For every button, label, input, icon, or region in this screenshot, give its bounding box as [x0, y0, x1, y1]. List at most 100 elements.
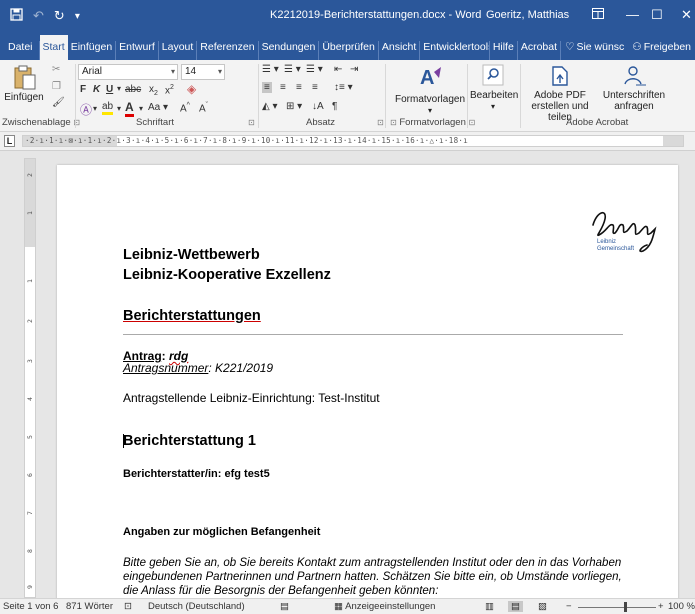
group-label-paragraph: Absatz [306, 117, 336, 128]
redo-icon[interactable]: ↻ [54, 8, 65, 24]
change-case-button[interactable]: Aa ▾ [148, 102, 168, 113]
tab-datei[interactable]: Datei [2, 41, 40, 60]
shrink-font-icon[interactable]: Aˇ [199, 102, 208, 114]
tab-layout[interactable]: Layout [159, 41, 198, 60]
group-label-acrobat: Adobe Acrobat [566, 117, 629, 128]
multilevel-list-icon[interactable]: ☰ ▾ [306, 64, 323, 75]
styles-button[interactable]: A Formatvorlagen ▾ [394, 64, 466, 116]
bias-text: Bitte geben Sie an, ob Sie bereits Konta… [123, 557, 622, 597]
zoom-out-icon[interactable]: − [566, 601, 572, 612]
chevron-down-icon[interactable]: ▾ [93, 104, 97, 113]
org-title-1: Leibniz-Wettbewerb [123, 247, 260, 263]
quick-access-toolbar: ↶ ↻ ▾ [0, 8, 140, 24]
shading-icon[interactable]: ◭ ▾ [262, 101, 278, 112]
show-formatting-icon[interactable]: ¶ [332, 101, 337, 112]
tab-referenzen[interactable]: Referenzen [197, 41, 259, 60]
superscript-button[interactable]: x2 [165, 84, 174, 96]
display-settings[interactable]: ▦ Anzeigeeinstellungen [334, 601, 435, 612]
tab-einfuegen[interactable]: Einfügen [68, 41, 117, 60]
page-count[interactable]: Seite 1 von 6 [3, 601, 58, 612]
user-name[interactable]: Goeritz, Matthias [486, 9, 569, 21]
save-icon[interactable] [10, 8, 23, 24]
styles-label: Formatvorlagen [394, 94, 466, 105]
format-painter-icon[interactable]: 🖌 [52, 97, 65, 108]
request-signatures-button[interactable]: Unterschriften anfragen [600, 64, 668, 112]
tab-entwurf[interactable]: Entwurf [116, 41, 159, 60]
zoom-level[interactable]: 100 % [668, 601, 695, 612]
strikethrough-button[interactable]: abc [125, 84, 141, 95]
font-name-combo[interactable]: Arial ▾ [78, 64, 178, 80]
font-color-icon[interactable]: A [125, 100, 134, 117]
tab-acrobat[interactable]: Acrobat [518, 41, 562, 60]
clear-formatting-icon[interactable]: ◈ [187, 82, 196, 96]
section-heading: Berichterstattungen [123, 308, 261, 324]
sort-icon[interactable]: ↓A [312, 101, 324, 112]
zoom-slider[interactable] [578, 607, 656, 608]
tab-ansicht[interactable]: Ansicht [379, 41, 421, 60]
subscript-button[interactable]: x2 [149, 84, 158, 97]
lightbulb-icon: ♡ [565, 41, 575, 53]
highlight-icon[interactable]: ab [102, 101, 114, 115]
focus-icon[interactable]: ▤ [280, 601, 289, 612]
word-count[interactable]: 871 Wörter [66, 601, 113, 612]
bullets-icon[interactable]: ☰ ▾ [262, 64, 279, 75]
horizontal-ruler[interactable]: L ·2·ı·1·ı·⊠·ı·1·ı·2·ı·3·ı·4·ı·5·ı·6·ı·7… [0, 132, 695, 151]
document-page[interactable]: Leibniz Gemeinschaft Leibniz-Wettbewerb … [57, 165, 678, 598]
justify-icon[interactable]: ≡ [312, 82, 318, 93]
text-effects-icon[interactable]: Ⓐ [80, 101, 92, 118]
language[interactable]: Deutsch (Deutschland) [148, 601, 245, 612]
tell-me-box[interactable]: ♡ Sie wünsc [561, 41, 628, 60]
customize-qat-icon[interactable]: ▾ [75, 11, 80, 22]
bold-button[interactable]: F [80, 84, 86, 95]
tab-sendungen[interactable]: Sendungen [259, 41, 320, 60]
share-button[interactable]: ⚇ Freigeben [628, 41, 695, 60]
minimize-icon[interactable]: — [626, 7, 639, 22]
tell-me-text: Sie wünsc [576, 41, 625, 53]
tab-start[interactable]: Start [39, 35, 68, 60]
align-right-icon[interactable]: ≡ [296, 82, 302, 93]
read-mode-icon[interactable]: ▥ [485, 601, 494, 612]
leibniz-logo: Leibniz Gemeinschaft [592, 212, 657, 253]
underline-button[interactable]: U [106, 84, 113, 95]
borders-icon[interactable]: ⊞ ▾ [286, 101, 302, 112]
italic-button[interactable]: K [93, 84, 100, 95]
report-heading-text: Berichterstattung 1 [123, 433, 256, 449]
increase-indent-icon[interactable]: ⇥ [350, 64, 358, 75]
adobe-pdf-button[interactable]: Adobe PDF erstellen und teilen [521, 64, 599, 123]
decrease-indent-icon[interactable]: ⇤ [334, 64, 342, 75]
vertical-ruler[interactable]: 2 1 1 2 3 4 5 6 7 8 9 [24, 158, 36, 598]
editing-button[interactable]: Bearbeiten ▾ [470, 64, 518, 112]
org-title-2: Leibniz-Kooperative Exzellenz [123, 267, 331, 283]
zoom-slider-thumb[interactable] [624, 602, 627, 612]
close-icon[interactable]: ✕ [681, 7, 692, 23]
chevron-down-icon: ▾ [490, 102, 495, 111]
chevron-down-icon[interactable]: ▾ [117, 84, 121, 93]
maximize-icon[interactable]: ☐ [651, 7, 663, 23]
tab-hilfe[interactable]: Hilfe [490, 41, 518, 60]
document-workspace[interactable]: Leibniz Gemeinschaft Leibniz-Wettbewerb … [0, 151, 695, 598]
copy-icon[interactable]: ❐ [52, 81, 61, 92]
cut-icon[interactable]: ✂ [52, 64, 60, 75]
grow-font-icon[interactable]: A^ [180, 102, 190, 114]
ribbon-display-options-icon[interactable] [592, 7, 604, 22]
chevron-down-icon[interactable]: ▾ [117, 104, 121, 113]
font-size-combo[interactable]: 14 ▾ [181, 64, 225, 80]
print-layout-icon[interactable]: ▤ [508, 601, 523, 612]
web-layout-icon[interactable]: ▧ [538, 601, 547, 612]
tab-ueberpruefen[interactable]: Überprüfen [319, 41, 379, 60]
align-left-icon[interactable]: ≡ [262, 82, 272, 93]
paragraph-dialog-launcher-icon[interactable]: ⊡ [377, 117, 384, 128]
font-dialog-launcher-icon[interactable]: ⊡ [248, 117, 255, 128]
zoom-in-icon[interactable]: + [658, 601, 664, 612]
undo-icon[interactable]: ↶ [33, 8, 44, 24]
proofing-icon[interactable]: ⊡ [124, 601, 132, 612]
paste-button[interactable]: Einfügen [4, 64, 44, 103]
antragsnummer-label: Antragsnummer [123, 361, 209, 375]
tab-selector[interactable]: L [4, 135, 15, 147]
change-case-label: Aa [148, 102, 161, 113]
chevron-down-icon[interactable]: ▾ [139, 104, 143, 113]
line-spacing-icon[interactable]: ↕≡ ▾ [334, 82, 353, 93]
tab-entwicklertools[interactable]: Entwicklertools [420, 41, 490, 60]
align-center-icon[interactable]: ≡ [280, 82, 286, 93]
numbering-icon[interactable]: ☰ ▾ [284, 64, 301, 75]
